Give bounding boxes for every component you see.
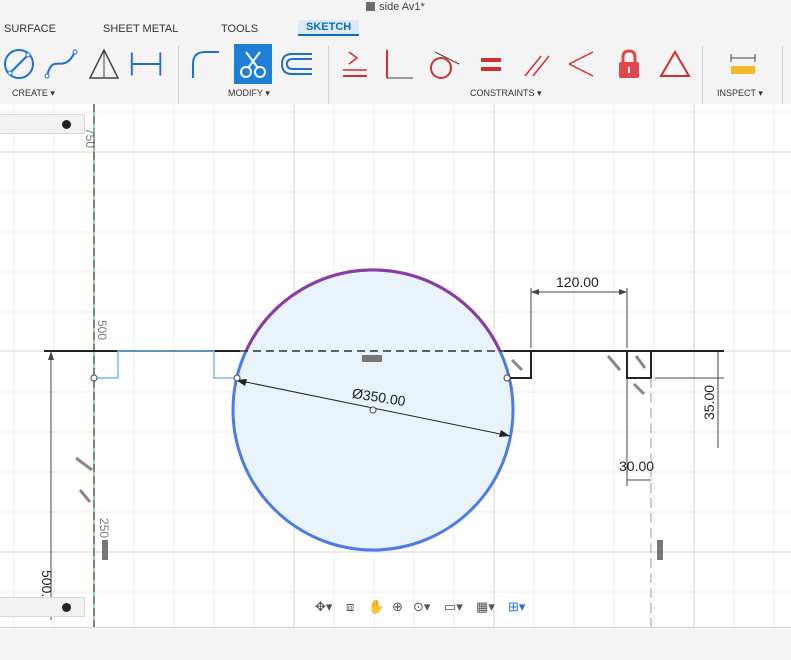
equal-icon[interactable]: [472, 44, 510, 84]
triangle-icon[interactable]: [85, 44, 123, 84]
parallel-icon[interactable]: [518, 44, 556, 84]
orbit-icon[interactable]: ✥▾: [315, 598, 332, 616]
tab-surface[interactable]: SURFACE: [4, 23, 56, 35]
collapse-icon[interactable]: [62, 120, 71, 129]
constraints-group-label[interactable]: CONSTRAINTS ▾: [470, 88, 542, 99]
sketch-point[interactable]: [233, 374, 241, 382]
measure-ruler-icon[interactable]: [724, 44, 762, 84]
document-title: side Av1*: [0, 1, 791, 13]
pan-hand-icon[interactable]: ✋: [368, 598, 384, 616]
browser-panel-chip[interactable]: [0, 114, 85, 134]
display-settings-icon[interactable]: ▭▾: [444, 598, 463, 616]
navigation-bar: ✥▾ ⧈ ✋ ⊕ ⊙▾ ▭▾ ▦▾ ⊞▾: [310, 594, 568, 620]
title-bar: side Av1*: [0, 0, 791, 18]
sketch-canvas[interactable]: 750 500 250 120.00 Ø350.00 35.00 30.00 5…: [0, 104, 791, 627]
document-icon: [366, 2, 376, 11]
fillet-icon[interactable]: [186, 44, 224, 84]
spline-icon[interactable]: [42, 44, 80, 84]
horizontal-vertical-icon[interactable]: [336, 44, 374, 84]
profile-right[interactable]: [504, 350, 652, 379]
arrow-head: [48, 351, 54, 360]
profile-left[interactable]: [94, 350, 238, 379]
tangent-icon[interactable]: [424, 44, 462, 84]
viewports-icon[interactable]: ⊞▾: [508, 598, 525, 616]
tab-sketch[interactable]: SKETCH: [298, 20, 360, 36]
coincident-icon[interactable]: [380, 44, 418, 84]
circle-center-point[interactable]: [369, 406, 377, 414]
document-title-text: side Av1*: [379, 1, 425, 13]
grid-settings-icon[interactable]: ▦▾: [476, 598, 495, 616]
ruler-label-750: 750: [83, 128, 97, 149]
arrow-head: [619, 289, 627, 295]
modify-group-label[interactable]: MODIFY ▾: [228, 88, 270, 99]
dimension-35[interactable]: 35.00: [701, 385, 717, 420]
fit-zoom-icon[interactable]: ⊙▾: [413, 598, 430, 616]
midpoint-triangle-icon[interactable]: [656, 44, 694, 84]
line-icon[interactable]: [0, 44, 38, 84]
sketch-point[interactable]: [90, 374, 98, 382]
ruler-label-250: 250: [97, 518, 111, 539]
status-bar: [0, 627, 791, 660]
create-group-label[interactable]: CREATE ▾: [12, 88, 55, 99]
dimension-30[interactable]: 30.00: [619, 458, 654, 474]
sketch-point[interactable]: [503, 374, 511, 382]
trim-scissors-icon[interactable]: [234, 44, 272, 84]
fix-lock-icon[interactable]: [610, 44, 648, 84]
ribbon-toolbar: SURFACE SHEET METAL TOOLS SKETCH CREATE …: [0, 18, 791, 114]
offset-icon[interactable]: [278, 44, 316, 84]
ruler-label-500: 500: [95, 320, 109, 341]
dimension-bracket-icon[interactable]: [128, 44, 166, 84]
expand-icon[interactable]: [62, 603, 71, 612]
look-at-icon[interactable]: ⧈: [346, 598, 354, 616]
comments-panel-chip[interactable]: [0, 597, 85, 617]
zoom-icon[interactable]: ⊕: [392, 598, 403, 616]
tab-sheet-metal[interactable]: SHEET METAL: [103, 23, 178, 35]
tab-tools[interactable]: TOOLS: [221, 23, 258, 35]
inspect-group-label[interactable]: INSPECT ▾: [717, 88, 763, 99]
dimension-120[interactable]: 120.00: [556, 274, 599, 290]
arrow-head: [531, 289, 539, 295]
perpendicular-icon[interactable]: [562, 44, 600, 84]
